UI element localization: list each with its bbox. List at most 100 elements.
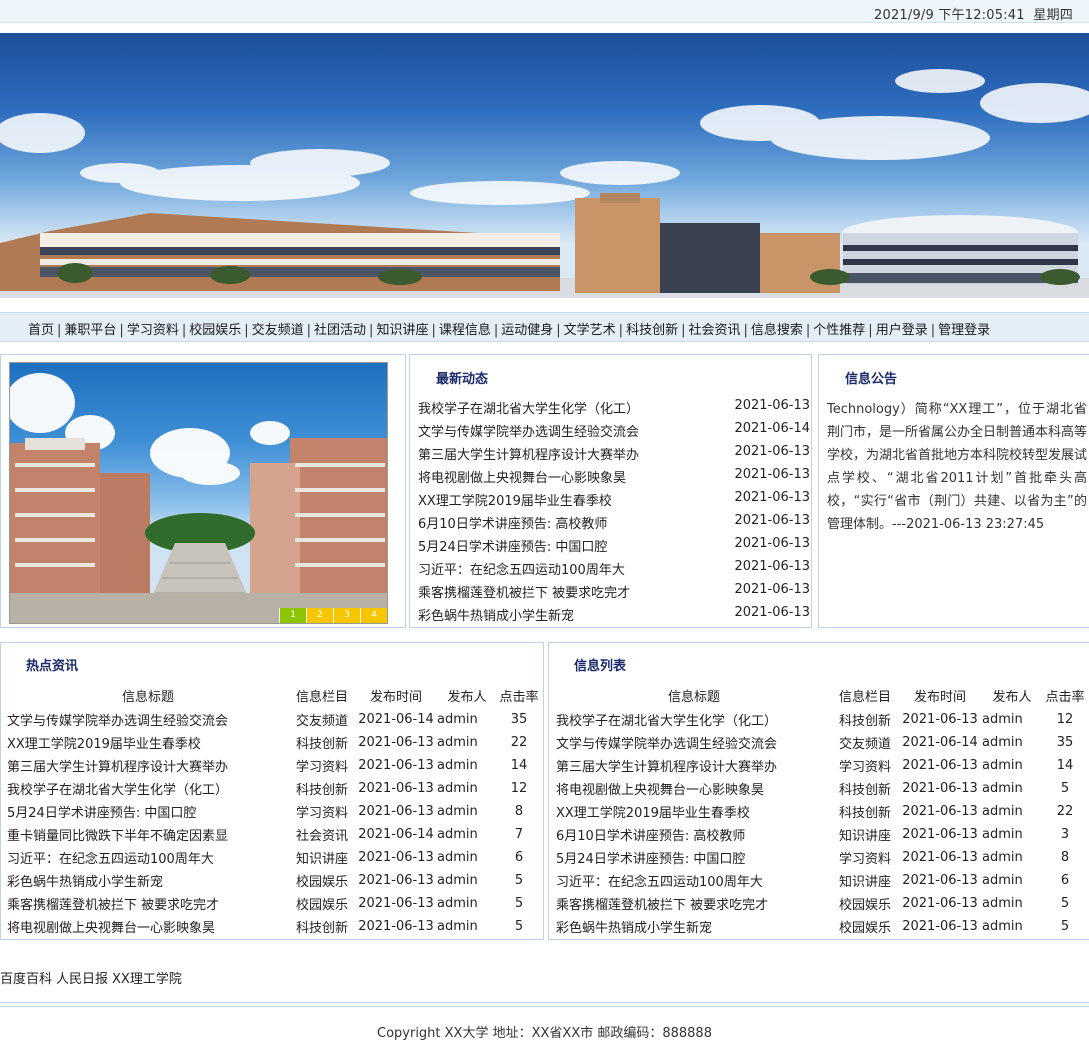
- friendly-link[interactable]: XX理工学院: [112, 972, 182, 987]
- nav-item[interactable]: 学习资料 |: [127, 319, 189, 338]
- nav-item[interactable]: 校园娱乐 |: [189, 319, 251, 338]
- cell-publisher: admin: [982, 850, 1023, 865]
- news-item[interactable]: 第三届大学生计算机程序设计大赛举办 2021-06-13: [418, 444, 810, 467]
- cell-category: 校园娱乐: [295, 898, 348, 913]
- cell-title[interactable]: 乘客携榴莲登机被拦下 被要求吃完才: [556, 892, 832, 915]
- table-row[interactable]: 文学与传媒学院举办选调生经验交流会 交友频道 2021-06-14 admin 35: [7, 708, 541, 731]
- table-row[interactable]: 第三届大学生计算机程序设计大赛举办 学习资料 2021-06-13 admin 14: [7, 754, 541, 777]
- news-item-title[interactable]: 彩色蜗牛热销成小学生新宠: [418, 609, 574, 624]
- news-item-title[interactable]: 习近平：在纪念五四运动100周年大: [418, 563, 625, 578]
- cell-publisher: admin: [437, 896, 478, 911]
- table-row[interactable]: 乘客携榴莲登机被拦下 被要求吃完才 校园娱乐 2021-06-13 admin 5: [7, 892, 541, 915]
- cell-title[interactable]: 文学与传媒学院举办选调生经验交流会: [556, 731, 832, 754]
- nav-separator: |: [119, 323, 124, 338]
- table-row[interactable]: 6月10日学术讲座预告: 高校教师 知识讲座 2021-06-13 admin 3: [556, 823, 1088, 846]
- nav-item[interactable]: 管理登录: [938, 319, 990, 338]
- nav-item[interactable]: 用户登录 |: [876, 319, 938, 338]
- table-row[interactable]: 习近平：在纪念五四运动100周年大 知识讲座 2021-06-13 admin 6: [7, 846, 541, 869]
- table-row[interactable]: 将电视剧做上央视舞台一心影映象昊 科技创新 2021-06-13 admin 5: [556, 777, 1088, 800]
- news-item-title[interactable]: 将电视剧做上央视舞台一心影映象昊: [418, 471, 626, 486]
- cell-clicks: 5: [514, 919, 524, 934]
- column-header: 发布时间: [913, 690, 966, 705]
- nav-item[interactable]: 运动健身 |: [501, 319, 563, 338]
- news-item-title[interactable]: 我校学子在湖北省大学生化学（化工）: [418, 402, 639, 417]
- cell-title[interactable]: 重卡销量同比微跌下半年不确定因素显: [7, 823, 289, 846]
- news-item-date: 2021-06-13: [734, 444, 810, 459]
- cell-title[interactable]: 6月10日学术讲座预告: 高校教师: [556, 823, 832, 846]
- table-row[interactable]: 第三届大学生计算机程序设计大赛举办 学习资料 2021-06-13 admin 14: [556, 754, 1088, 777]
- table-row[interactable]: 将电视剧做上央视舞台一心影映象昊 科技创新 2021-06-13 admin 5: [7, 915, 541, 938]
- cell-category: 校园娱乐: [838, 898, 891, 913]
- cell-title[interactable]: 5月24日学术讲座预告: 中国口腔: [556, 846, 832, 869]
- news-item-title[interactable]: XX理工学院2019届毕业生春季校: [418, 494, 612, 509]
- table-row[interactable]: 习近平：在纪念五四运动100周年大 知识讲座 2021-06-13 admin 6: [556, 869, 1088, 892]
- slideshow-page-1[interactable]: 1: [279, 608, 306, 623]
- nav-item[interactable]: 科技创新 |: [626, 319, 688, 338]
- cell-title[interactable]: XX理工学院2019届毕业生春季校: [7, 731, 289, 754]
- cell-title[interactable]: 我校学子在湖北省大学生化学（化工）: [7, 777, 289, 800]
- table-row[interactable]: 5月24日学术讲座预告: 中国口腔 学习资料 2021-06-13 admin 8: [7, 800, 541, 823]
- column-header: 发布时间: [369, 690, 422, 705]
- nav-item[interactable]: 知识讲座 |: [376, 319, 438, 338]
- news-item-date: 2021-06-13: [734, 490, 810, 505]
- cell-title[interactable]: 我校学子在湖北省大学生化学（化工）: [556, 708, 832, 731]
- table-row[interactable]: 文学与传媒学院举办选调生经验交流会 交友频道 2021-06-14 admin 35: [556, 731, 1088, 754]
- cell-title[interactable]: 乘客携榴莲登机被拦下 被要求吃完才: [7, 892, 289, 915]
- cell-clicks: 7: [514, 827, 524, 842]
- news-item[interactable]: 将电视剧做上央视舞台一心影映象昊 2021-06-13: [418, 467, 810, 490]
- table-row[interactable]: XX理工学院2019届毕业生春季校 科技创新 2021-06-13 admin 22: [556, 800, 1088, 823]
- nav-item[interactable]: 个性推荐 |: [813, 319, 875, 338]
- cell-title[interactable]: 第三届大学生计算机程序设计大赛举办: [556, 754, 832, 777]
- news-item-title[interactable]: 5月24日学术讲座预告: 中国口腔: [418, 540, 607, 555]
- cell-title[interactable]: 将电视剧做上央视舞台一心影映象昊: [7, 915, 289, 938]
- friendly-link[interactable]: 人民日报: [56, 972, 108, 987]
- news-item-title[interactable]: 第三届大学生计算机程序设计大赛举办: [418, 448, 639, 463]
- table-row[interactable]: 我校学子在湖北省大学生化学（化工） 科技创新 2021-06-13 admin 12: [7, 777, 541, 800]
- cell-date: 2021-06-13: [902, 827, 978, 842]
- news-item-title[interactable]: 6月10日学术讲座预告: 高校教师: [418, 517, 607, 532]
- friendly-link[interactable]: 百度百科: [0, 972, 52, 987]
- nav-item[interactable]: 课程信息 |: [439, 319, 501, 338]
- cell-title[interactable]: 彩色蜗牛热销成小学生新宠: [556, 915, 832, 938]
- cell-date: 2021-06-13: [358, 873, 434, 888]
- news-item-title[interactable]: 文学与传媒学院举办选调生经验交流会: [418, 425, 639, 440]
- news-item[interactable]: 乘客携榴莲登机被拦下 被要求吃完才 2021-06-13: [418, 582, 810, 605]
- cell-title[interactable]: 文学与传媒学院举办选调生经验交流会: [7, 708, 289, 731]
- cell-title[interactable]: XX理工学院2019届毕业生春季校: [556, 800, 832, 823]
- nav-item[interactable]: 社团活动 |: [314, 319, 376, 338]
- nav-item[interactable]: 信息搜索 |: [751, 319, 813, 338]
- nav-item[interactable]: 文学艺术 |: [564, 319, 626, 338]
- notice-panel: 信息公告 Technology）简称“XX理工”，位于湖北省荆门市，是一所省属公…: [818, 354, 1089, 628]
- cell-date: 2021-06-14: [902, 735, 978, 750]
- cell-title[interactable]: 习近平：在纪念五四运动100周年大: [556, 869, 832, 892]
- table-row[interactable]: 乘客携榴莲登机被拦下 被要求吃完才 校园娱乐 2021-06-13 admin 5: [556, 892, 1088, 915]
- nav-item[interactable]: 社会资讯 |: [688, 319, 750, 338]
- cell-title[interactable]: 彩色蜗牛热销成小学生新宠: [7, 869, 289, 892]
- cell-title[interactable]: 5月24日学术讲座预告: 中国口腔: [7, 800, 289, 823]
- cell-title[interactable]: 将电视剧做上央视舞台一心影映象昊: [556, 777, 832, 800]
- nav-item[interactable]: 交友频道 |: [252, 319, 314, 338]
- slideshow-page-4[interactable]: 4: [360, 608, 387, 623]
- news-item[interactable]: 文学与传媒学院举办选调生经验交流会 2021-06-14: [418, 421, 810, 444]
- news-item[interactable]: 彩色蜗牛热销成小学生新宠 2021-06-13: [418, 605, 810, 628]
- news-item[interactable]: 习近平：在纪念五四运动100周年大 2021-06-13: [418, 559, 810, 582]
- news-item-title[interactable]: 乘客携榴莲登机被拦下 被要求吃完才: [418, 586, 630, 601]
- cell-title[interactable]: 习近平：在纪念五四运动100周年大: [7, 846, 289, 869]
- table-row[interactable]: 重卡销量同比微跌下半年不确定因素显 社会资讯 2021-06-14 admin 7: [7, 823, 541, 846]
- news-item[interactable]: 6月10日学术讲座预告: 高校教师 2021-06-13: [418, 513, 810, 536]
- table-row[interactable]: 我校学子在湖北省大学生化学（化工） 科技创新 2021-06-13 admin 12: [556, 708, 1088, 731]
- table-row[interactable]: XX理工学院2019届毕业生春季校 科技创新 2021-06-13 admin 22: [7, 731, 541, 754]
- table-row[interactable]: 彩色蜗牛热销成小学生新宠 校园娱乐 2021-06-13 admin 5: [556, 915, 1088, 938]
- slideshow-page-2[interactable]: 2: [306, 608, 333, 623]
- news-item[interactable]: 5月24日学术讲座预告: 中国口腔 2021-06-13: [418, 536, 810, 559]
- table-row[interactable]: 彩色蜗牛热销成小学生新宠 校园娱乐 2021-06-13 admin 5: [7, 869, 541, 892]
- table-row[interactable]: 5月24日学术讲座预告: 中国口腔 学习资料 2021-06-13 admin 8: [556, 846, 1088, 869]
- nav-item[interactable]: 首页 |: [28, 319, 64, 338]
- nav-separator: |: [57, 323, 62, 338]
- news-item[interactable]: XX理工学院2019届毕业生春季校 2021-06-13: [418, 490, 810, 513]
- news-item-date: 2021-06-13: [734, 559, 810, 574]
- slideshow-page-3[interactable]: 3: [333, 608, 360, 623]
- cell-title[interactable]: 第三届大学生计算机程序设计大赛举办: [7, 754, 289, 777]
- nav-item[interactable]: 兼职平台 |: [64, 319, 126, 338]
- news-item[interactable]: 我校学子在湖北省大学生化学（化工） 2021-06-13: [418, 398, 810, 421]
